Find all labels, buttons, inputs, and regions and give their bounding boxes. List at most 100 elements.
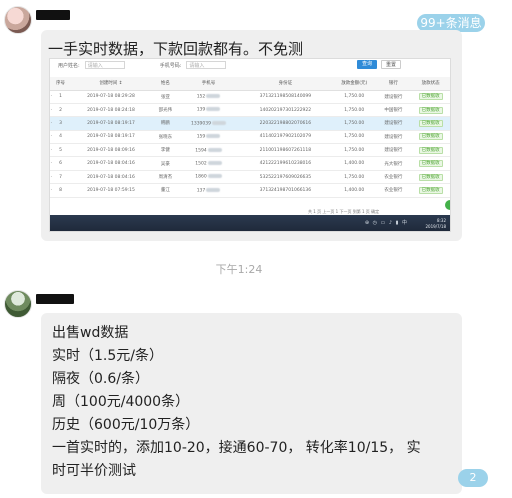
loan-table: 序号 创建时间 ↕ 姓名 手机号 身份证 放款金额(元) 银行 放款状态 · 1 2019-07-… xyxy=(50,77,450,198)
message-line: 一首实时的，添加10-20，接通60-70， 转化率10/15， 实 xyxy=(52,440,421,456)
table-cell-amount: 1,400.00 xyxy=(331,156,378,171)
table-header-cell: 姓名 xyxy=(153,77,178,91)
table-cell-id: 371321198508140099 xyxy=(239,90,332,104)
table-row: · 7 2019-07-18 08:04:16 周清杰 1860 532522197609… xyxy=(50,170,450,185)
table-cell-bank: 光大银行 xyxy=(377,156,410,171)
table-header-cell: 手机号 xyxy=(177,77,240,91)
table-cell-time: 2019-07-18 08:09:16 xyxy=(68,143,154,158)
table-cell-time: 2019-07-18 08:29:28 xyxy=(68,90,154,104)
filter-label-phone: 手机号码: xyxy=(159,62,182,69)
table-cell-amount: 1,750.00 xyxy=(331,103,378,118)
table-cell-id: 532522197609026635 xyxy=(239,170,332,185)
table-cell-no: 2 xyxy=(52,103,69,118)
table-cell-status: 已数据收 xyxy=(409,103,450,118)
table-cell-id: 371324198701066136 xyxy=(239,183,332,198)
table-cell-status: 已数据收 xyxy=(409,143,450,158)
table-row: · 1 2019-07-18 08:29:28 张亚 152 37132119850814… xyxy=(50,90,450,104)
table-cell-id: 411402197902102079 xyxy=(239,130,332,145)
table-header-cell: 创建时间 ↕ xyxy=(68,77,154,91)
reset-button: 重置 xyxy=(381,60,401,69)
table-cell-no: 6 xyxy=(52,156,69,171)
message-line: 实时（1.5元/条） xyxy=(52,348,163,364)
new-message-badge[interactable]: 2 xyxy=(458,469,488,487)
table-cell-name: 周清杰 xyxy=(153,170,178,185)
table-cell-phone: 1860 xyxy=(177,170,240,185)
table-cell-phone: 152 xyxy=(177,90,240,104)
table-cell-name: 李健 xyxy=(153,143,178,158)
filter-input-phone: 请输入 xyxy=(186,61,227,69)
table-cell-name: 韩鹏 xyxy=(153,116,178,131)
table-cell-bank: 建设银行 xyxy=(377,143,410,158)
sender-name-redacted xyxy=(36,294,74,304)
table-cell-no: 3 xyxy=(52,116,69,131)
table-cell-bank: 中国银行 xyxy=(377,103,410,118)
table-row: · 4 2019-07-18 08:19:17 张晓东 159 4114021979021… xyxy=(50,130,450,145)
table-cell-no: 5 xyxy=(52,143,69,158)
table-row: · 8 2019-07-18 07:59:15 董江 137 37132419870106… xyxy=(50,183,450,198)
table-cell-amount: 1,400.00 xyxy=(331,183,378,198)
table-row: · 3 2019-07-18 08:19:17 韩鹏 1339039 2203221988… xyxy=(50,116,450,131)
table-row: · 5 2019-07-18 08:09:16 李健 1594 2110011986072… xyxy=(50,143,450,158)
table-cell-bank: 农业银行 xyxy=(377,183,410,198)
table-cell-time: 2019-07-18 07:59:15 xyxy=(68,183,154,198)
table-cell-status: 已数据收 xyxy=(409,116,450,131)
table-row: · 6 2019-07-18 08:04:16 吴豪 1502 4212221996102… xyxy=(50,156,450,171)
message-line: 隔夜（0.6/条） xyxy=(52,371,149,387)
table-cell-time: 2019-07-18 08:19:17 xyxy=(68,130,154,145)
table-cell-no: 4 xyxy=(52,130,69,145)
table-header-cell: 放款金额(元) xyxy=(331,77,378,91)
table-cell-phone: 1502 xyxy=(177,156,240,171)
table-cell-amount: 1,750.00 xyxy=(331,130,378,145)
table-cell-phone: 159 xyxy=(177,130,240,145)
filter-bar: 用户姓名: 请输入 手机号码: 请输入 xyxy=(58,61,227,69)
message-timestamp: 下午1:24 xyxy=(215,263,263,276)
message-line: 时可半价测试 xyxy=(52,463,136,479)
table-header-cell: 银行 xyxy=(377,77,410,91)
table-cell-amount: 1,750.00 xyxy=(331,116,378,131)
table-cell-bank: 建设银行 xyxy=(377,130,410,145)
table-header-cell: 身份证 xyxy=(239,77,332,91)
table-cell-amount: 1,750.00 xyxy=(331,143,378,158)
filter-input-name: 请输入 xyxy=(84,61,125,69)
taskbar-clock: 8:32 2019/7/18 xyxy=(425,218,446,229)
table-row: · 2 2019-07-18 08:24:18 邵光伟 139 1402021973012… xyxy=(50,103,450,118)
table-header-cell: 序号 xyxy=(52,77,69,91)
table-cell-no: 1 xyxy=(52,90,69,104)
message-caption: 一手实时数据，下款回款都有。不免测 xyxy=(48,40,304,58)
table-cell-time: 2019-07-18 08:19:17 xyxy=(68,116,154,131)
sender-avatar[interactable] xyxy=(4,290,32,318)
shared-screenshot-image[interactable]: 用户姓名: 请输入 手机号码: 请输入 查询 重置 序号 创建时间 ↕ 姓名 手机号身… xyxy=(49,58,451,232)
table-cell-status: 已数据收 xyxy=(409,183,450,198)
table-cell-time: 2019-07-18 08:24:18 xyxy=(68,103,154,118)
table-cell-id: 140202197301222922 xyxy=(239,103,332,118)
table-cell-id: 421222199610238016 xyxy=(239,156,332,171)
table-cell-phone: 1339039 xyxy=(177,116,240,131)
table-cell-amount: 1,750.00 xyxy=(331,90,378,104)
table-cell-name: 张亚 xyxy=(153,90,178,104)
table-cell-name: 邵光伟 xyxy=(153,103,178,118)
query-button: 查询 xyxy=(357,60,377,69)
table-cell-no: 7 xyxy=(52,170,69,185)
table-cell-status: 已数据收 xyxy=(409,170,450,185)
table-cell-bank: 农业银行 xyxy=(377,170,410,185)
table-cell-status: 已数据收 xyxy=(409,156,450,171)
message-line: 周（100元/4000条） xyxy=(52,394,190,410)
sender-name-redacted xyxy=(36,10,70,20)
table-cell-bank: 建设银行 xyxy=(377,116,410,131)
table-cell-id: 211001198607261118 xyxy=(239,143,332,158)
table-cell-status: 已数据收 xyxy=(409,130,450,145)
floating-green-button xyxy=(445,200,450,210)
table-cell-time: 2019-07-18 08:04:16 xyxy=(68,156,154,171)
message-line: 历史（600元/10万条） xyxy=(52,417,200,433)
windows-taskbar: ⊕ ◷ ▭ ♪ ▮ 中 8:32 2019/7/18 xyxy=(50,215,450,231)
table-header-cell: 放款状态 xyxy=(409,77,450,91)
table-cell-phone: 139 xyxy=(177,103,240,118)
table-cell-amount: 1,750.00 xyxy=(331,170,378,185)
message-line: 出售wd数据 xyxy=(52,325,129,341)
table-cell-no: 8 xyxy=(52,183,69,198)
table-cell-bank: 建设银行 xyxy=(377,90,410,104)
sender-avatar[interactable] xyxy=(4,6,32,34)
table-cell-name: 董江 xyxy=(153,183,178,198)
table-cell-name: 张晓东 xyxy=(153,130,178,145)
message-text: 出售wd数据实时（1.5元/条） 隔夜（0.6/条） 周（100元/4000条） 历史… xyxy=(52,322,452,483)
